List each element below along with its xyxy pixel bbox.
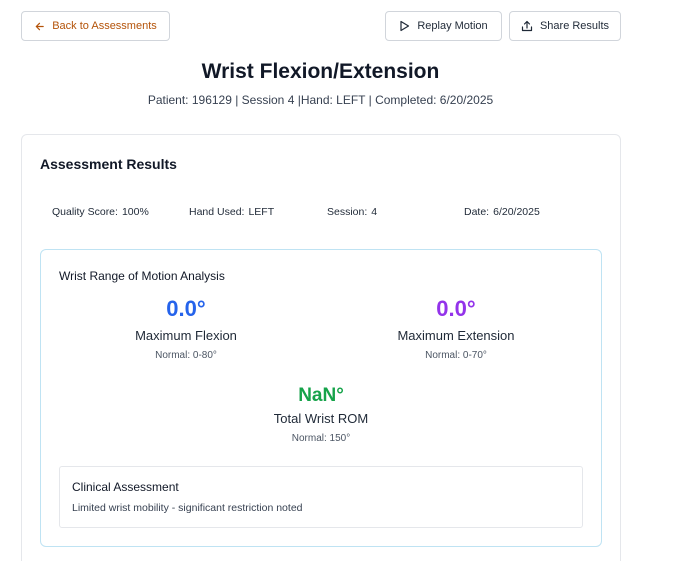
maximum-flexion-metric: 0.0° Maximum Flexion Normal: 0-80°: [66, 296, 306, 361]
quality-score: Quality Score: 100%: [52, 206, 149, 218]
total-wrist-rom-metric: NaN° Total Wrist ROM Normal: 150°: [201, 385, 441, 444]
results-title: Assessment Results: [40, 156, 177, 172]
maximum-extension-metric: 0.0° Maximum Extension Normal: 0-70°: [336, 296, 576, 361]
replay-button-label: Replay Motion: [417, 20, 488, 32]
quality-score-label: Quality Score:: [52, 206, 118, 218]
total-rom-value: NaN°: [298, 385, 344, 406]
back-to-assessments-button[interactable]: Back to Assessments: [21, 11, 170, 41]
session-label: Session:: [327, 206, 368, 218]
clinical-assessment-text: Limited wrist mobility - significant res…: [72, 502, 303, 514]
flexion-normal-range: Normal: 0-80°: [155, 350, 217, 361]
total-rom-normal-range: Normal: 150°: [291, 433, 351, 444]
clinical-assessment-box: Clinical Assessment Limited wrist mobili…: [59, 466, 583, 528]
extension-label: Maximum Extension: [397, 328, 515, 343]
rom-panel-title: Wrist Range of Motion Analysis: [59, 269, 225, 283]
back-button-label: Back to Assessments: [52, 20, 157, 32]
play-icon: [399, 20, 410, 32]
arrow-left-icon: [34, 21, 45, 32]
date: Date: 6/20/2025: [464, 206, 540, 218]
page-subtitle: Patient: 196129 | Session 4 |Hand: LEFT …: [147, 93, 494, 107]
clinical-assessment-title: Clinical Assessment: [72, 480, 179, 494]
quality-score-value: 100%: [121, 206, 149, 218]
wrist-rom-analysis-panel: Wrist Range of Motion Analysis 0.0° Maxi…: [40, 249, 602, 547]
flexion-value: 0.0°: [166, 296, 206, 321]
date-value: 6/20/2025: [493, 206, 540, 218]
total-rom-label: Total Wrist ROM: [273, 411, 369, 426]
share-button-label: Share Results: [539, 20, 610, 32]
flexion-label: Maximum Flexion: [135, 328, 237, 343]
extension-value: 0.0°: [436, 296, 476, 321]
page-title: Wrist Flexion/Extension: [201, 60, 440, 83]
hand-used: Hand Used: LEFT: [189, 206, 274, 218]
extension-normal-range: Normal: 0-70°: [425, 350, 487, 361]
hand-used-label: Hand Used:: [189, 206, 245, 218]
replay-motion-button[interactable]: Replay Motion: [385, 11, 502, 41]
share-icon: [521, 20, 533, 32]
session-value: 4: [371, 206, 378, 218]
session: Session: 4: [327, 206, 377, 218]
share-results-button[interactable]: Share Results: [509, 11, 621, 41]
assessment-results-card: Assessment Results Quality Score: 100% Ha…: [21, 134, 621, 561]
date-label: Date:: [464, 206, 490, 218]
hand-used-value: LEFT: [248, 206, 275, 218]
